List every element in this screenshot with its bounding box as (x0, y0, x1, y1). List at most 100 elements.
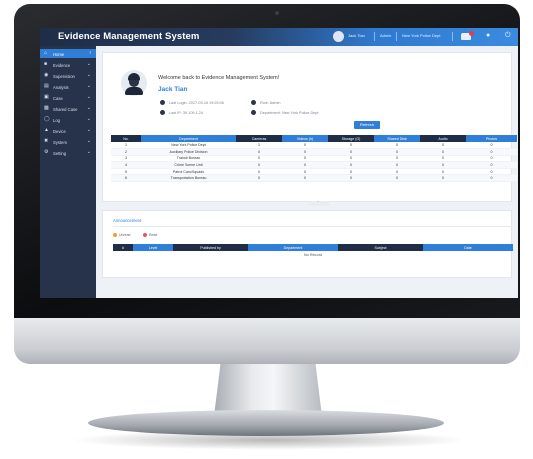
avatar (121, 70, 147, 96)
table-cell: 0 (328, 148, 374, 156)
table-cell: 2 (111, 148, 141, 156)
table-row[interactable]: 3 Transit Bureau 0 0 0 0 0 0 (111, 155, 517, 163)
table-row[interactable]: 5 Patrol Cars/Squads 0 0 0 0 0 0 (111, 168, 517, 176)
table-cell: 0 (466, 174, 517, 183)
table-cell: 0 (328, 142, 374, 150)
chevron-down-icon: ⌄ (86, 127, 91, 133)
last-login: Last Login: 2017-03-16 19:25:06 (169, 100, 224, 105)
user-name: Jack Tian (158, 86, 188, 93)
ip-icon (160, 110, 165, 115)
eye-icon: ◉ (44, 72, 49, 78)
table-cell: 0 (328, 161, 374, 169)
table-cell: 0 (420, 161, 466, 169)
table-cell: 5 (111, 168, 141, 176)
table-header: Date (423, 244, 513, 251)
top-user-name[interactable]: Jack Tian (348, 33, 365, 38)
table-cell: New York Police Dept (141, 142, 236, 150)
sidebar-item-label: Device (53, 128, 66, 134)
sidebar-item-label: System (53, 139, 67, 145)
sidebar-item-device[interactable]: ▲ Device ⌄ (40, 126, 96, 135)
sidebar-item-label: Setting (53, 150, 67, 156)
table-row[interactable]: 1 New York Police Dept 1 0 0 0 0 0 (111, 142, 517, 150)
sidebar-item-supervision[interactable]: ◉ Supervision ⌄ (40, 71, 96, 80)
sidebar-item-home[interactable]: ⌂ Home › (40, 49, 96, 58)
sidebar-item-system[interactable]: ✖ System ⌄ (40, 137, 96, 146)
table-header: # (113, 244, 133, 251)
table-cell: 1 (111, 142, 141, 150)
table-row[interactable]: 6 Transportation Bureau 0 0 0 0 0 0 (111, 174, 517, 183)
clock-icon (160, 100, 165, 105)
table-cell: Crime Scene Unit (141, 161, 236, 169)
sidebar-item-label: Home (53, 51, 65, 57)
table-cell: 0 (374, 168, 420, 176)
chevron-down-icon: ⌄ (86, 149, 91, 155)
sidebar-item-shared-case[interactable]: ▩ Shared Case ⌄ (40, 104, 96, 113)
home-icon: ⌂ (44, 50, 48, 56)
table-cell: 0 (236, 161, 282, 169)
chevron-down-icon: ⌄ (86, 83, 91, 89)
sidebar-item-analysis[interactable]: ▤ Analysis ⌄ (40, 82, 96, 91)
welcome-message: Welcome back to Evidence Management Syst… (158, 75, 280, 81)
table-cell: 0 (466, 168, 517, 176)
uniform-icon (125, 87, 143, 95)
chart-icon: ▤ (44, 83, 49, 89)
table-header: Photos (466, 135, 517, 142)
sidebar-item-log[interactable]: ◯ Log ⌄ (40, 115, 96, 124)
table-cell: 0 (420, 142, 466, 150)
table-cell: 0 (466, 148, 517, 156)
sidebar-item-case[interactable]: ▣ Case ⌄ (40, 93, 96, 102)
table-cell: 0 (466, 155, 517, 163)
chevron-down-icon: ⌄ (86, 138, 91, 144)
dashboard-card: Welcome back to Evidence Management Syst… (102, 52, 517, 202)
table-header: Level (133, 244, 173, 251)
system-icon: ✖ (44, 138, 49, 144)
chevron-right-icon: › (89, 50, 91, 56)
divider (374, 32, 375, 41)
chevron-down-icon: ⌄ (86, 61, 91, 67)
sidebar: ⌂ Home › ■ Evidence ⌄ ◉ Supervision ⌄ ▤ … (40, 46, 96, 298)
refresh-button[interactable]: Refresh (354, 121, 380, 129)
evidence-icon: ■ (44, 61, 48, 67)
power-icon[interactable]: ⏻ (505, 32, 511, 40)
chevron-down-icon: ⌄ (86, 94, 91, 100)
legend-read: Read (149, 233, 158, 237)
monitor-stand-neck (214, 364, 322, 416)
table-cell: Patrol Cars/Squads (141, 168, 236, 176)
table-row[interactable]: 4 Crime Scene Unit 0 0 0 0 0 0 (111, 161, 517, 169)
divider (113, 226, 513, 227)
announcement-title: Announcement (113, 218, 142, 223)
table-cell: 0 (420, 174, 466, 183)
top-department[interactable]: New York Police Dept (402, 33, 440, 38)
table-row: No Record (113, 251, 513, 259)
table-cell: 0 (282, 148, 328, 156)
table-cell: Auxiliary Police Division (141, 148, 236, 156)
sidebar-item-label: Analysis (53, 84, 69, 90)
department-icon (251, 110, 256, 115)
top-role[interactable]: Admin (380, 33, 391, 38)
table-header: Videos (h) (282, 135, 328, 142)
table-cell: 0 (420, 155, 466, 163)
sidebar-item-setting[interactable]: ⚙ Setting ⌄ (40, 148, 96, 157)
sidebar-item-evidence[interactable]: ■ Evidence ⌄ (40, 60, 96, 69)
sidebar-item-label: Shared Case (53, 106, 78, 112)
table-row[interactable]: 2 Auxiliary Police Division 0 0 0 0 0 0 (111, 148, 517, 156)
user-avatar[interactable] (333, 31, 344, 42)
table-cell: 4 (111, 161, 141, 169)
legend-unread: Unread (119, 233, 131, 237)
announcement-table: # Level Published by Department Subject … (113, 244, 513, 259)
table-cell: 1 (236, 142, 282, 150)
user-icon[interactable]: ● (486, 32, 490, 39)
chevron-up-icon: ⌃ (316, 200, 320, 205)
collapse-toggle[interactable]: ⌃ (308, 200, 330, 206)
chevron-down-icon: ⌄ (86, 105, 91, 111)
user-icon (251, 100, 256, 105)
notification-badge (469, 31, 474, 36)
table-header: Department (141, 135, 236, 142)
table-header: Published by (173, 244, 248, 251)
table-cell: 0 (282, 142, 328, 150)
share-icon: ▩ (44, 105, 49, 111)
role: Role: Admin (260, 100, 281, 105)
table-cell: 0 (466, 161, 517, 169)
table-cell: Transportation Bureau (141, 174, 236, 183)
table-cell: 6 (111, 174, 141, 183)
